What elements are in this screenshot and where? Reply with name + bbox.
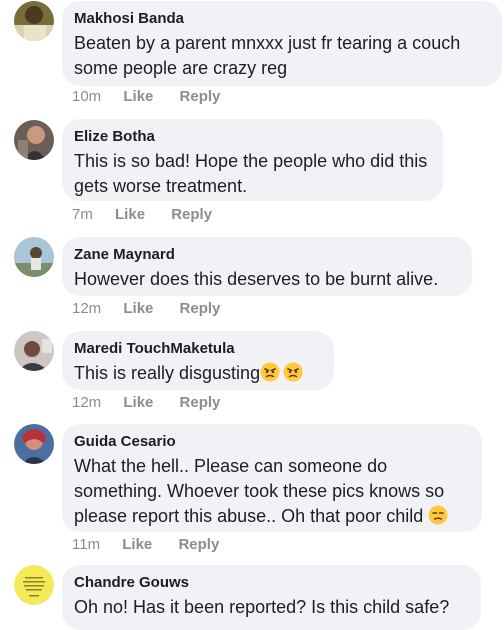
comment-text-body: What the hell.. Please can someone do so… <box>74 456 445 526</box>
comment-bubble: Zane Maynard However does this deserves … <box>62 237 472 296</box>
profile-photo-icon <box>14 120 54 160</box>
like-button[interactable]: Like <box>123 299 153 319</box>
profile-photo-icon <box>14 1 54 41</box>
comment-timestamp[interactable]: 12m <box>72 393 101 413</box>
comment-author[interactable]: Chandre Gouws <box>74 573 469 593</box>
avatar[interactable] <box>14 120 54 160</box>
profile-photo-icon <box>14 424 54 464</box>
comment-actions: 12m Like Reply <box>72 393 242 413</box>
angry-face-emoji-icon <box>260 362 280 382</box>
reply-button[interactable]: Reply <box>171 205 212 225</box>
avatar[interactable] <box>14 424 54 464</box>
comment-author[interactable]: Maredi TouchMaketula <box>74 339 322 359</box>
profile-photo-icon <box>14 237 54 277</box>
angry-face-emoji-icon <box>283 362 303 382</box>
comment-bubble: Elize Botha This is so bad! Hope the peo… <box>62 119 443 201</box>
comment-bubble: Maredi TouchMaketula This is really disg… <box>62 331 334 390</box>
profile-photo-icon <box>14 331 54 371</box>
comment-text: Beaten by a parent mnxxx just fr tearing… <box>74 33 461 78</box>
comment-actions: 12m Like Reply <box>72 299 242 319</box>
profile-photo-icon <box>14 565 54 605</box>
comment-author[interactable]: Makhosi Banda <box>74 9 490 29</box>
like-button[interactable]: Like <box>115 205 145 225</box>
comment-actions: 11m Like Reply <box>72 535 241 555</box>
comment-timestamp[interactable]: 7m <box>72 205 93 225</box>
comment-bubble: Chandre Gouws Oh no! Has it been reporte… <box>62 565 481 630</box>
like-button[interactable]: Like <box>123 393 153 413</box>
comment-author[interactable]: Zane Maynard <box>74 245 460 265</box>
comment-actions: 7m Like Reply <box>72 205 234 225</box>
reply-button[interactable]: Reply <box>180 393 221 413</box>
comment-actions: 10m Like Reply <box>72 87 242 107</box>
reply-button[interactable]: Reply <box>180 87 221 107</box>
reply-button[interactable]: Reply <box>178 535 219 555</box>
comment-text: This is so bad! Hope the people who did … <box>74 151 428 196</box>
comment-author[interactable]: Guida Cesario <box>74 432 470 452</box>
comment-timestamp[interactable]: 11m <box>72 535 100 555</box>
unamused-face-emoji-icon <box>428 505 448 525</box>
comment-text: Oh no! Has it been reported? Is this chi… <box>74 597 450 617</box>
comment-text: What the hell.. Please can someone do so… <box>74 454 470 529</box>
like-button[interactable]: Like <box>123 87 153 107</box>
comment-bubble: Guida Cesario What the hell.. Please can… <box>62 424 482 532</box>
avatar[interactable] <box>14 565 54 605</box>
comment-author[interactable]: Elize Botha <box>74 127 431 147</box>
comment-text: This is really disgusting <box>74 361 322 386</box>
comment-text-body: This is really disgusting <box>74 363 261 383</box>
avatar[interactable] <box>14 1 54 41</box>
like-button[interactable]: Like <box>122 535 152 555</box>
comment-text: However does this deserves to be burnt a… <box>74 269 439 289</box>
comment-bubble: Makhosi Banda Beaten by a parent mnxxx j… <box>62 1 502 86</box>
avatar[interactable] <box>14 331 54 371</box>
comment-timestamp[interactable]: 10m <box>72 87 101 107</box>
comment-timestamp[interactable]: 12m <box>72 299 101 319</box>
reply-button[interactable]: Reply <box>180 299 221 319</box>
avatar[interactable] <box>14 237 54 277</box>
